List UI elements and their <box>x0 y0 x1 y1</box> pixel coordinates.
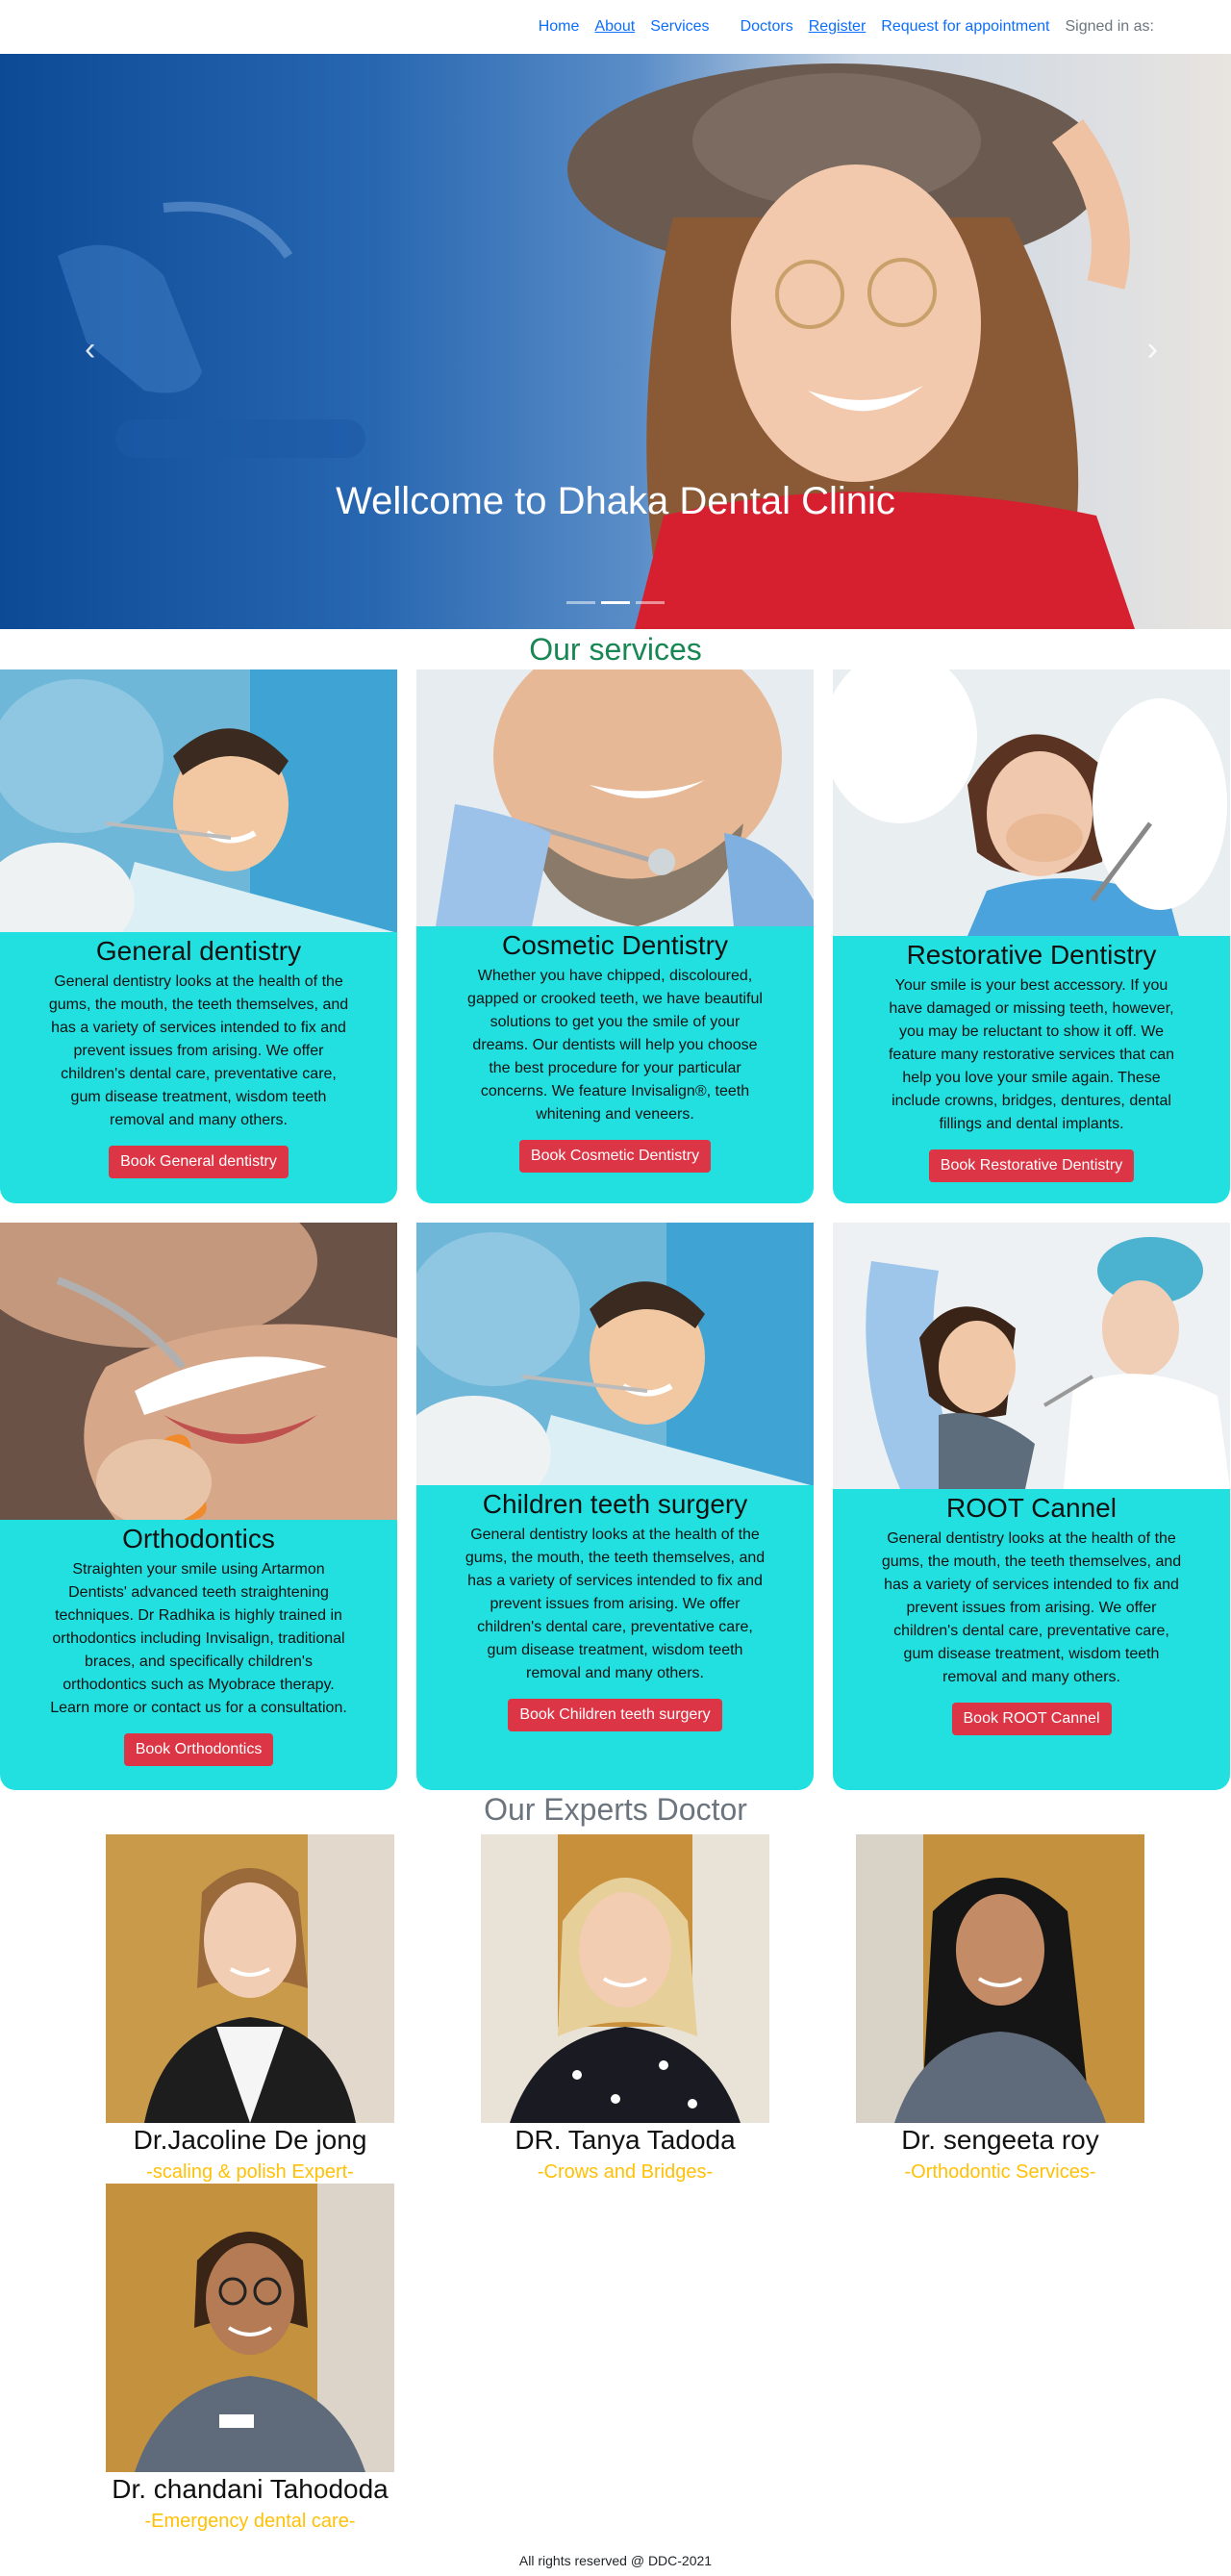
service-image <box>0 669 397 932</box>
doctor-card: Dr. chandani Tahododa -Emergency dental … <box>63 2184 438 2533</box>
book-root-cannel-button[interactable]: Book ROOT Cannel <box>951 1703 1112 1735</box>
book-restorative-dentistry-button[interactable]: Book Restorative Dentistry <box>928 1149 1135 1182</box>
service-image <box>833 669 1230 936</box>
service-title: ROOT Cannel <box>946 1493 1117 1523</box>
service-image <box>0 1223 397 1520</box>
service-description: General dentistry looks at the health of… <box>881 1530 1182 1685</box>
footer-copyright: All rights reserved @ DDC-2021 <box>518 2553 713 2568</box>
nav-register-link[interactable]: Register <box>809 18 867 36</box>
book-children-teeth-surgery-button[interactable]: Book Children teeth surgery <box>508 1699 722 1731</box>
service-card: Cosmetic Dentistry Whether you have chip… <box>416 669 814 1203</box>
service-description: Your smile is your best accessory. If yo… <box>888 977 1175 1132</box>
service-title: Children teeth surgery <box>482 1489 748 1519</box>
nav-about-link[interactable]: About <box>594 18 635 36</box>
chevron-right-icon[interactable]: › <box>1147 333 1158 366</box>
doctor-name: Dr.Jacoline De jong <box>133 2125 367 2155</box>
service-image <box>833 1223 1230 1489</box>
services-grid: General dentistry General dentistry look… <box>0 669 1231 1790</box>
doctor-card: Dr.Jacoline De jong -scaling & polish Ex… <box>63 1834 438 2184</box>
carousel-indicator[interactable] <box>566 601 595 604</box>
service-description: Whether you have chipped, discoloured, g… <box>467 968 763 1123</box>
doctor-specialty: -scaling & polish Expert- <box>146 2161 354 2183</box>
top-navbar: Home About Services Doctors Register Req… <box>0 0 1231 54</box>
service-title: Restorative Dentistry <box>906 940 1157 970</box>
service-description: Straighten your smile using Artarmon Den… <box>50 1561 347 1716</box>
doctor-specialty: -Emergency dental care- <box>144 2511 356 2532</box>
nav-home-link[interactable]: Home <box>539 18 580 36</box>
service-description: General dentistry looks at the health of… <box>465 1527 766 1681</box>
signed-in-text: Signed in as: <box>1065 18 1154 35</box>
doctor-photo <box>856 1834 1144 2123</box>
doctor-name: Dr. chandani Tahododa <box>112 2474 389 2504</box>
service-card: General dentistry General dentistry look… <box>0 669 397 1203</box>
service-card: Children teeth surgery General dentistry… <box>416 1223 814 1790</box>
hero-carousel: ‹ › Wellcome to Dhaka Dental Clinic <box>0 54 1231 629</box>
doctor-specialty: -Orthodontic Services- <box>904 2161 1096 2183</box>
doctors-grid: Dr.Jacoline De jong -scaling & polish Ex… <box>0 1834 1231 2533</box>
doctor-photo <box>106 2184 394 2472</box>
nav-services-link[interactable]: Services <box>650 18 709 36</box>
service-title: Cosmetic Dentistry <box>502 930 728 960</box>
carousel-indicator-active[interactable] <box>601 601 630 604</box>
book-cosmetic-dentistry-button[interactable]: Book Cosmetic Dentistry <box>518 1140 712 1173</box>
service-image <box>416 669 814 926</box>
nav-appointment-link[interactable]: Request for appointment <box>881 18 1049 36</box>
doctor-card: DR. Tanya Tadoda -Crows and Bridges- <box>438 1834 813 2184</box>
book-general-dentistry-button[interactable]: Book General dentistry <box>109 1146 289 1178</box>
doctor-photo <box>106 1834 394 2123</box>
service-image <box>416 1223 814 1485</box>
service-title: General dentistry <box>95 936 302 966</box>
doctor-name: Dr. sengeeta roy <box>901 2125 1099 2155</box>
services-title: Our services <box>529 632 702 667</box>
service-card: ROOT Cannel General dentistry looks at t… <box>833 1223 1230 1790</box>
doctor-name: DR. Tanya Tadoda <box>515 2125 736 2155</box>
chevron-left-icon[interactable]: ‹ <box>85 333 95 366</box>
hero-title: Wellcome to Dhaka Dental Clinic <box>336 480 895 522</box>
service-card: Orthodontics Straighten your smile using… <box>0 1223 397 1790</box>
nav-menu: Home About Services Doctors Register Req… <box>523 18 1154 36</box>
hero-image <box>58 63 1135 629</box>
doctor-photo <box>481 1834 769 2123</box>
doctors-title: Our Experts Doctor <box>484 1792 747 1827</box>
service-card: Restorative Dentistry Your smile is your… <box>833 669 1230 1203</box>
carousel-indicators <box>0 601 1231 604</box>
service-description: General dentistry looks at the health of… <box>48 973 349 1128</box>
doctor-specialty: -Crows and Bridges- <box>537 2161 714 2183</box>
service-title: Orthodontics <box>122 1524 275 1553</box>
carousel-indicator[interactable] <box>636 601 665 604</box>
book-orthodontics-button[interactable]: Book Orthodontics <box>123 1733 274 1766</box>
nav-doctors-link[interactable]: Doctors <box>741 18 793 36</box>
doctor-card: Dr. sengeeta roy -Orthodontic Services- <box>813 1834 1188 2184</box>
